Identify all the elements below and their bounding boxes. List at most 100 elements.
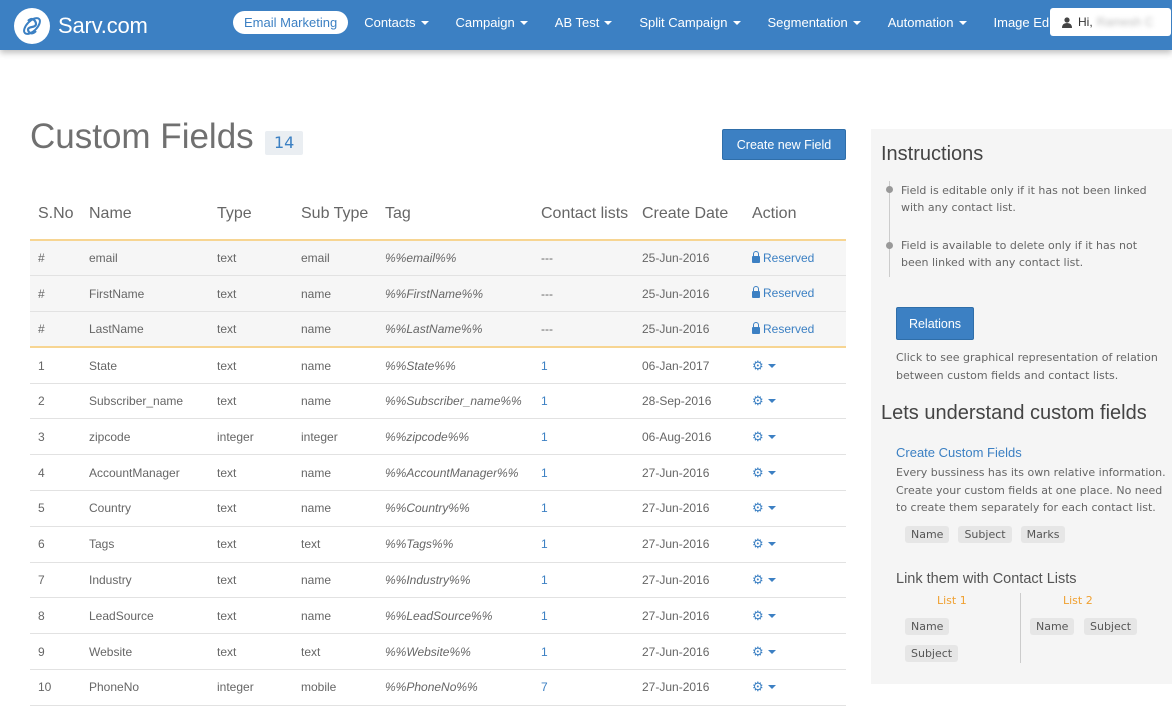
nav-segmentation[interactable]: Segmentation: [757, 11, 872, 34]
user-menu-button[interactable]: Hi, Ramesh C: [1050, 8, 1171, 36]
cell-sno: #: [30, 275, 81, 313]
contact-lists-link[interactable]: 1: [541, 645, 548, 659]
nav-ab-test[interactable]: AB Test: [544, 11, 624, 34]
create-new-field-button[interactable]: Create new Field: [722, 129, 846, 160]
contact-lists-link[interactable]: 1: [541, 466, 548, 480]
nav-automation[interactable]: Automation: [877, 11, 978, 34]
cell-sno: 4: [30, 454, 81, 492]
cell-type-text: text: [217, 286, 237, 301]
top-navbar: Sarv.com Email Marketing Contacts Campai…: [0, 0, 1172, 50]
cell-contact-lists: 1: [533, 347, 634, 384]
cell-type: text: [209, 454, 293, 492]
cell-action: ⚙: [744, 633, 846, 671]
header-tag[interactable]: Tag: [377, 175, 533, 240]
create-custom-fields-link[interactable]: Create Custom Fields: [896, 445, 1022, 460]
header-name[interactable]: Name: [81, 175, 209, 240]
table-header-row: S.No Name Type Sub Type Tag Contact list…: [30, 175, 846, 240]
caret-down-icon: [767, 578, 776, 583]
cell-action: ⚙: [744, 562, 846, 599]
cell-subtype: name: [293, 347, 377, 384]
cell-sno: 3: [30, 418, 81, 456]
instruction-item: Field is available to delete only if it …: [901, 239, 1138, 269]
action-dropdown-button[interactable]: ⚙: [752, 679, 776, 695]
list-divider: [1020, 593, 1021, 663]
action-dropdown-button[interactable]: ⚙: [752, 429, 776, 445]
contact-lists-link[interactable]: 1: [541, 359, 548, 373]
cell-subtype: name: [293, 383, 377, 420]
contact-lists-link[interactable]: 7: [541, 680, 548, 694]
cell-type: text: [209, 311, 293, 349]
cell-name-text: zipcode: [89, 429, 131, 444]
contact-lists-link[interactable]: 1: [541, 430, 548, 444]
cell-name-text: LastName: [89, 322, 144, 337]
header-sno[interactable]: S.No: [30, 175, 81, 240]
cell-contact-lists: ---: [533, 275, 634, 313]
nav-contacts[interactable]: Contacts: [353, 11, 439, 34]
caret-down-icon: [767, 399, 776, 404]
cell-subtype: name: [293, 275, 377, 313]
cell-create-date: 27-Jun-2016: [634, 669, 744, 706]
cell-type-text: text: [217, 322, 237, 337]
cell-action: ⚙: [744, 383, 846, 420]
action-dropdown-button[interactable]: ⚙: [752, 572, 776, 588]
cell-tag: %%Subscriber_name%%: [377, 383, 533, 420]
cell-tag: %%Country%%: [377, 490, 533, 527]
instruction-item: Field is editable only if it has not bee…: [901, 184, 1147, 214]
cell-type-text: text: [217, 573, 237, 588]
header-type[interactable]: Type: [209, 175, 293, 240]
action-dropdown-button[interactable]: ⚙: [752, 536, 776, 552]
action-dropdown-button[interactable]: ⚙: [752, 500, 776, 516]
action-dropdown-button[interactable]: ⚙: [752, 465, 776, 481]
table-row: 3 zipcode integer integer %%zipcode%% 1 06-Aug…: [30, 418, 846, 456]
cell-sno-text: 3: [38, 429, 45, 444]
reserved-indicator: Reserved: [752, 250, 814, 265]
contact-lists-link[interactable]: 1: [541, 609, 548, 623]
table-row: 4 AccountManager text name %%AccountManager%…: [30, 454, 846, 492]
cell-create-date-text: 28-Sep-2016: [642, 394, 712, 409]
nav-split-campaign[interactable]: Split Campaign: [628, 11, 751, 34]
header-subtype[interactable]: Sub Type: [293, 175, 377, 240]
cell-contact-lists: ---: [533, 240, 634, 277]
brand-logo[interactable]: Sarv.com: [14, 8, 148, 44]
cell-sno: #: [30, 311, 81, 349]
action-dropdown-button[interactable]: ⚙: [752, 644, 776, 660]
user-greeting: Hi,: [1078, 15, 1093, 29]
cell-type-text: integer: [217, 429, 254, 444]
lock-icon: [752, 321, 760, 334]
nav-email-marketing[interactable]: Email Marketing: [233, 11, 349, 34]
action-dropdown-button[interactable]: ⚙: [752, 608, 776, 624]
contact-lists-link[interactable]: 1: [541, 394, 548, 408]
cell-create-date-text: 27-Jun-2016: [642, 644, 710, 659]
bullet-icon: [886, 242, 893, 249]
relations-button[interactable]: Relations: [896, 307, 974, 340]
gear-icon: ⚙: [752, 393, 764, 409]
contact-lists-link[interactable]: 1: [541, 501, 548, 515]
field-chip: Name: [905, 526, 950, 543]
cell-contact-lists: 1: [533, 383, 634, 420]
action-dropdown-button[interactable]: ⚙: [752, 393, 776, 409]
cell-create-date-text: 27-Jun-2016: [642, 573, 710, 588]
nav-campaign[interactable]: Campaign: [445, 11, 539, 34]
nav-label: AB Test: [554, 15, 600, 30]
cell-subtype: name: [293, 562, 377, 599]
header-create-date[interactable]: Create Date: [634, 175, 744, 240]
contact-lists-link[interactable]: 1: [541, 537, 548, 551]
nav-label: Automation: [887, 15, 954, 30]
cell-type: integer: [209, 418, 293, 456]
cell-sno: 8: [30, 597, 81, 635]
lock-icon: [752, 286, 760, 299]
header-action: Action: [752, 205, 797, 222]
example-fields: Name Subject Marks: [905, 526, 1074, 543]
field-chip: Subject: [905, 645, 959, 662]
cell-create-date-text: 27-Jun-2016: [642, 465, 710, 480]
cell-create-date-text: 25-Jun-2016: [642, 286, 710, 301]
contact-lists-link[interactable]: 1: [541, 573, 548, 587]
cell-contact-lists: 1: [533, 490, 634, 527]
field-chip: Name: [1030, 618, 1075, 635]
cell-tag: %%Website%%: [377, 633, 533, 671]
action-dropdown-button[interactable]: ⚙: [752, 358, 776, 374]
cell-create-date: 25-Jun-2016: [634, 240, 744, 277]
cell-name: Website: [81, 633, 209, 671]
gear-icon: ⚙: [752, 464, 764, 480]
header-contact-lists[interactable]: Contact lists: [533, 175, 634, 240]
